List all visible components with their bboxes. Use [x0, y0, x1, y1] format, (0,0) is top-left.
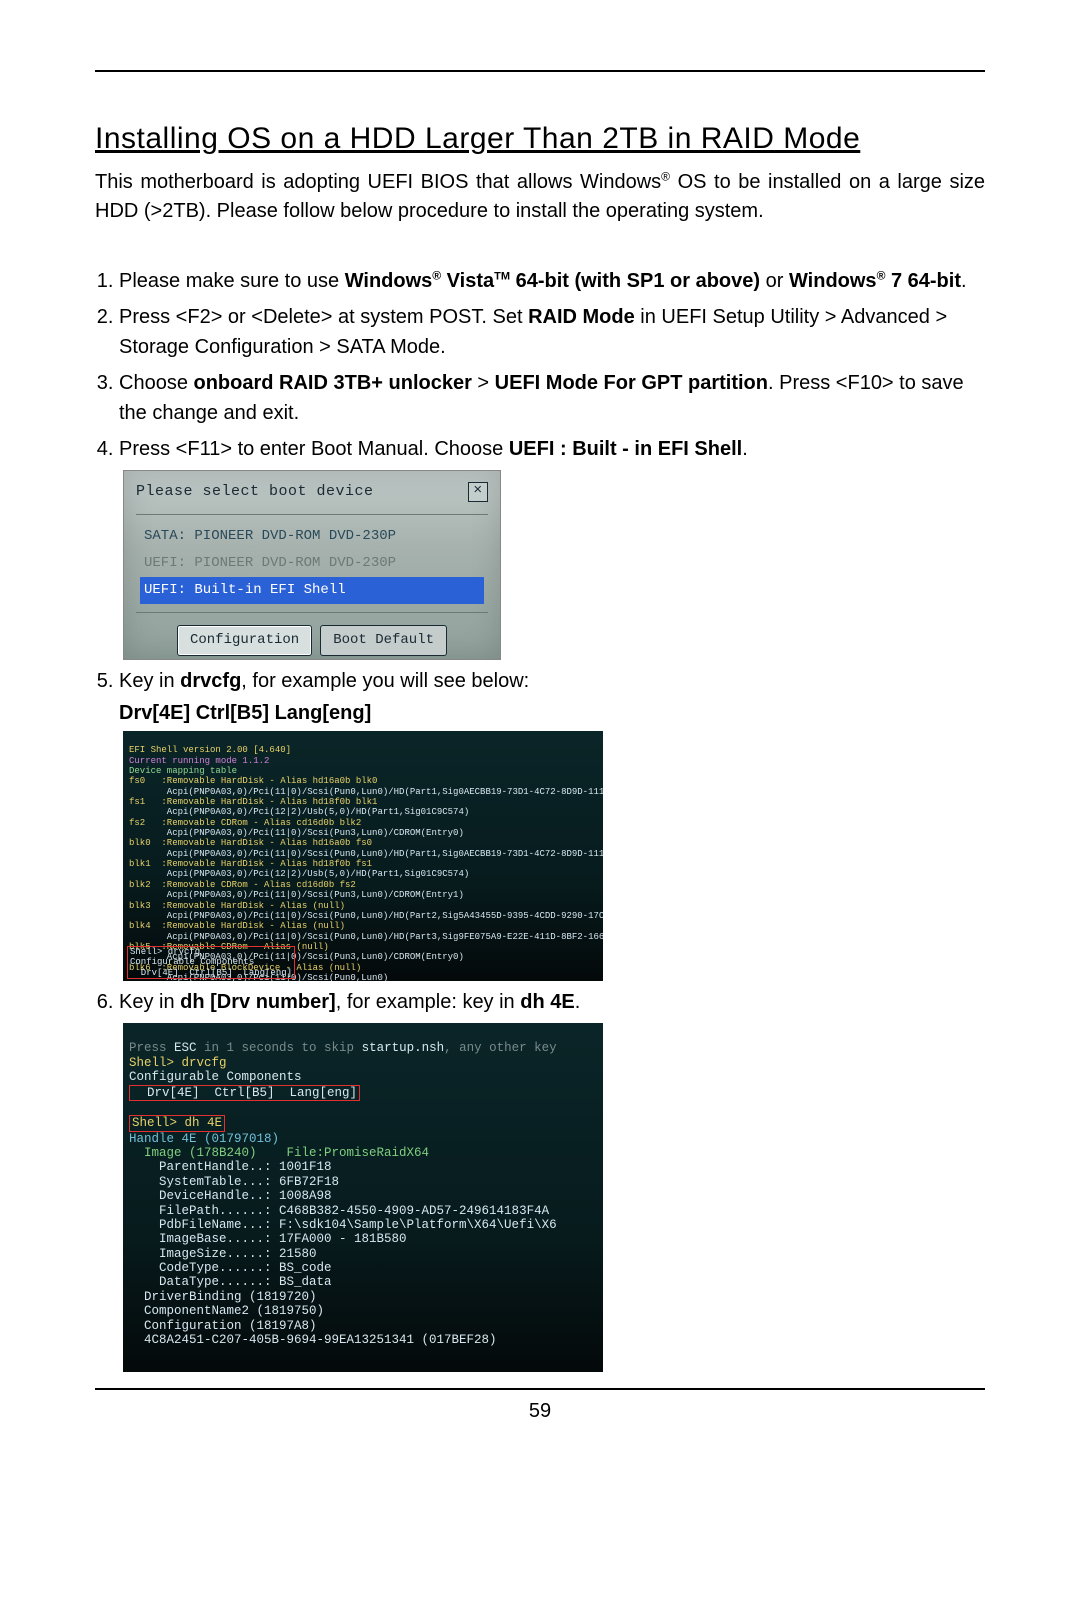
step-3: Choose onboard RAID 3TB+ unlocker > UEFI…: [119, 368, 985, 428]
step-4: Press <F11> to enter Boot Manual. Choose…: [119, 434, 985, 660]
step-5: Key in drvcfg, for example you will see …: [119, 666, 985, 696]
registered-mark: ®: [661, 169, 670, 183]
boot-default-button: Boot Default: [320, 625, 447, 656]
drvcfg-terminal-screenshot: EFI Shell version 2.00 [4.640] Current r…: [123, 731, 603, 981]
step-1: Please make sure to use Windows® VistaTM…: [119, 266, 985, 296]
configuration-button: Configuration: [177, 625, 312, 656]
intro-a: This motherboard is adopting UEFI BIOS t…: [95, 171, 661, 193]
boot-item: UEFI: PIONEER DVD-ROM DVD-230P: [140, 550, 484, 577]
boot-menu-title: Please select boot device: [136, 481, 374, 504]
dh-terminal-screenshot: Press ESC in 1 seconds to skip startup.n…: [123, 1023, 603, 1372]
drvcfg-highlight-box: Shell> drvcfg Configurable Components Dr…: [127, 946, 295, 979]
handle-details: ParentHandle..: 1001F18 SystemTable...: …: [129, 1160, 557, 1347]
trademark-mark: TM: [494, 270, 510, 282]
intro-paragraph: This motherboard is adopting UEFI BIOS t…: [95, 168, 985, 226]
boot-menu-screenshot: Please select boot device × SATA: PIONEE…: [123, 470, 501, 660]
page-title: Installing OS on a HDD Larger Than 2TB i…: [95, 122, 985, 156]
top-rule: [95, 70, 985, 72]
boot-item-selected: UEFI: Built-in EFI Shell ↖: [140, 577, 484, 604]
registered-mark: ®: [432, 268, 441, 282]
steps-list: Please make sure to use Windows® VistaTM…: [95, 266, 985, 696]
step-6: Key in dh [Drv number], for example: key…: [119, 987, 985, 1372]
bottom-rule: [95, 1388, 985, 1390]
close-icon: ×: [468, 482, 488, 502]
steps-list-cont: Key in dh [Drv number], for example: key…: [95, 987, 985, 1372]
dh-highlight-box: Shell> dh 4E: [129, 1115, 225, 1131]
drv-output-line: Drv[4E] Ctrl[B5] Lang[eng]: [119, 702, 985, 725]
drv-highlight-box: Drv[4E] Ctrl[B5] Lang[eng]: [129, 1085, 360, 1101]
boot-item: SATA: PIONEER DVD-ROM DVD-230P: [140, 523, 484, 550]
boot-menu-items: SATA: PIONEER DVD-ROM DVD-230P UEFI: PIO…: [136, 514, 488, 613]
step-2: Press <F2> or <Delete> at system POST. S…: [119, 302, 985, 362]
page-number: 59: [95, 1400, 985, 1423]
